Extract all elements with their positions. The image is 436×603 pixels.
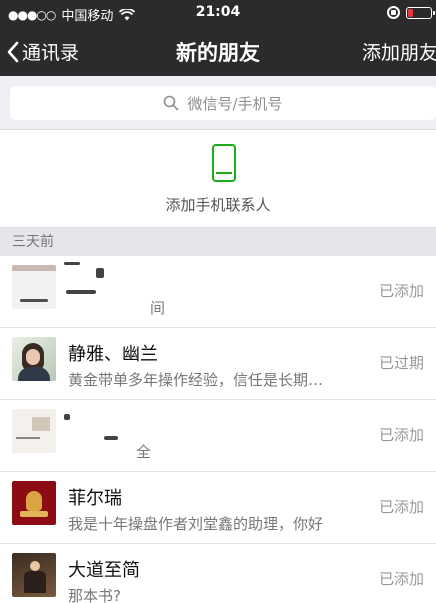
list-item[interactable]: 菲尔瑞 我是十年操盘作者刘堂鑫的助理，你好 已添加 xyxy=(0,472,436,544)
list-item[interactable]: 间 已添加 xyxy=(0,256,436,328)
list-item[interactable]: 全 已添加 xyxy=(0,400,436,472)
request-status: 已添加 xyxy=(378,498,424,516)
search-placeholder: 微信号/手机号 xyxy=(187,94,283,113)
rotation-lock-icon xyxy=(387,6,400,19)
request-status: 已添加 xyxy=(378,570,424,588)
avatar xyxy=(12,481,56,525)
request-status: 已添加 xyxy=(378,282,424,300)
request-name: 菲尔瑞 xyxy=(68,488,122,509)
add-phone-contacts-label: 添加手机联系人 xyxy=(165,196,271,214)
battery-icon xyxy=(406,6,435,19)
request-status: 已添加 xyxy=(378,426,424,444)
avatar xyxy=(12,265,56,309)
request-name: 大道至简 xyxy=(68,560,140,581)
request-message: 黄金带单多年操作经验，信任是长期… xyxy=(68,371,324,389)
search-area: 微信号/手机号 xyxy=(0,76,436,130)
navigation-bar: 通讯录 新的朋友 添加朋友 xyxy=(0,26,436,76)
avatar xyxy=(12,409,56,453)
top-bar: ●●●○○ 中国移动 21:04 通讯录 新的朋友 添加朋友 xyxy=(0,0,436,76)
request-name: 静雅、幽兰 xyxy=(68,344,158,365)
list-item[interactable]: 静雅、幽兰 黄金带单多年操作经验，信任是长期… 已过期 xyxy=(0,328,436,400)
avatar xyxy=(12,553,56,597)
list-item[interactable]: 大道至简 那本书? 已添加 xyxy=(0,544,436,603)
avatar xyxy=(12,337,56,381)
request-status: 已过期 xyxy=(378,354,424,372)
add-friend-button[interactable]: 添加朋友 xyxy=(362,38,436,65)
search-input[interactable]: 微信号/手机号 xyxy=(10,86,436,120)
request-message: 那本书? xyxy=(68,587,121,603)
request-message: 我是十年操盘作者刘堂鑫的助理，你好 xyxy=(68,515,324,533)
status-bar: ●●●○○ 中国移动 21:04 xyxy=(0,0,436,26)
mobile-phone-icon xyxy=(212,144,236,182)
section-header: 三天前 xyxy=(0,228,436,256)
search-icon xyxy=(164,95,179,111)
add-phone-contacts-button[interactable]: 添加手机联系人 xyxy=(0,130,436,228)
status-time: 21:04 xyxy=(195,4,241,20)
status-right xyxy=(387,6,435,19)
friend-request-list: 间 已添加 静雅、幽兰 黄金带单多年操作经验，信任是长期… 已过期 全 已添加 … xyxy=(0,256,436,603)
